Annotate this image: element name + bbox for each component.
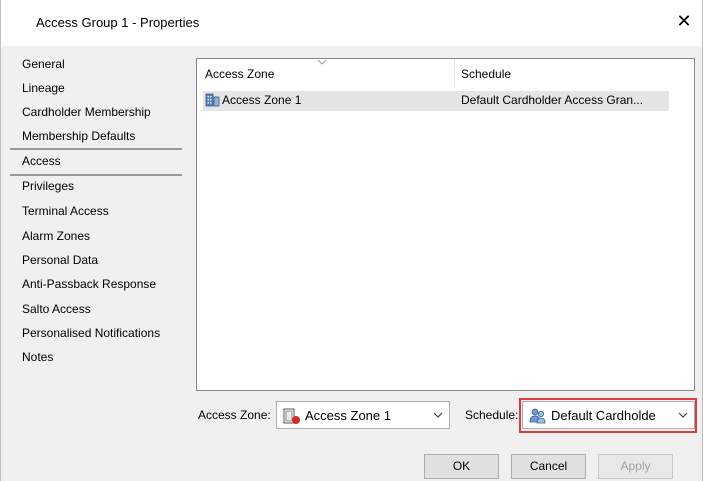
sort-caret-icon: [317, 59, 327, 65]
sidebar-item-personalised-notifications[interactable]: Personalised Notifications: [22, 322, 160, 344]
properties-dialog: Access Group 1 - Properties ✕ General Li…: [0, 0, 703, 481]
access-zone-label: Access Zone:: [198, 408, 271, 422]
sidebar-item-cardholder-membership[interactable]: Cardholder Membership: [22, 101, 151, 123]
column-header-access-zone[interactable]: Access Zone: [205, 67, 274, 81]
sidebar-item-lineage[interactable]: Lineage: [22, 77, 65, 99]
column-header-schedule[interactable]: Schedule: [461, 67, 511, 81]
cell-schedule: Default Cardholder Access Gran...: [461, 93, 644, 107]
sidebar-nav: General Lineage Cardholder Membership Me…: [10, 48, 182, 456]
table-row[interactable]: Access Zone 1 Default Cardholder Access …: [203, 91, 669, 111]
chevron-down-icon: [433, 412, 443, 418]
sidebar-item-privileges[interactable]: Privileges: [22, 175, 74, 197]
sidebar-item-access[interactable]: Access: [10, 150, 182, 172]
sidebar-item-salto-access[interactable]: Salto Access: [22, 298, 91, 320]
access-zone-value: Access Zone 1: [305, 408, 391, 423]
sidebar-item-anti-passback-response[interactable]: Anti-Passback Response: [22, 273, 156, 295]
cell-access-zone: Access Zone 1: [222, 93, 302, 107]
close-icon[interactable]: ✕: [670, 8, 698, 36]
sidebar-item-alarm-zones[interactable]: Alarm Zones: [22, 225, 90, 247]
access-zone-grid[interactable]: Access Zone Schedule Access Zone 1 Defau…: [196, 58, 695, 391]
apply-button[interactable]: Apply: [598, 454, 673, 479]
sidebar-item-personal-data[interactable]: Personal Data: [22, 249, 98, 271]
sidebar-item-general[interactable]: General: [22, 53, 65, 75]
schedule-label: Schedule:: [465, 408, 519, 422]
column-divider[interactable]: [454, 59, 455, 87]
sidebar-item-notes[interactable]: Notes: [22, 346, 53, 368]
access-zone-icon: [205, 93, 220, 107]
schedule-highlight-box: [519, 398, 697, 433]
title-bar: Access Group 1 - Properties ✕: [1, 0, 702, 46]
cancel-button[interactable]: Cancel: [511, 454, 586, 479]
window-title: Access Group 1 - Properties: [36, 15, 200, 30]
access-zone-dropdown[interactable]: Access Zone 1: [276, 401, 450, 429]
ok-button[interactable]: OK: [424, 454, 499, 479]
access-zone-icon: [283, 408, 300, 424]
sidebar-item-terminal-access[interactable]: Terminal Access: [22, 200, 109, 222]
sidebar-item-membership-defaults[interactable]: Membership Defaults: [22, 125, 135, 147]
